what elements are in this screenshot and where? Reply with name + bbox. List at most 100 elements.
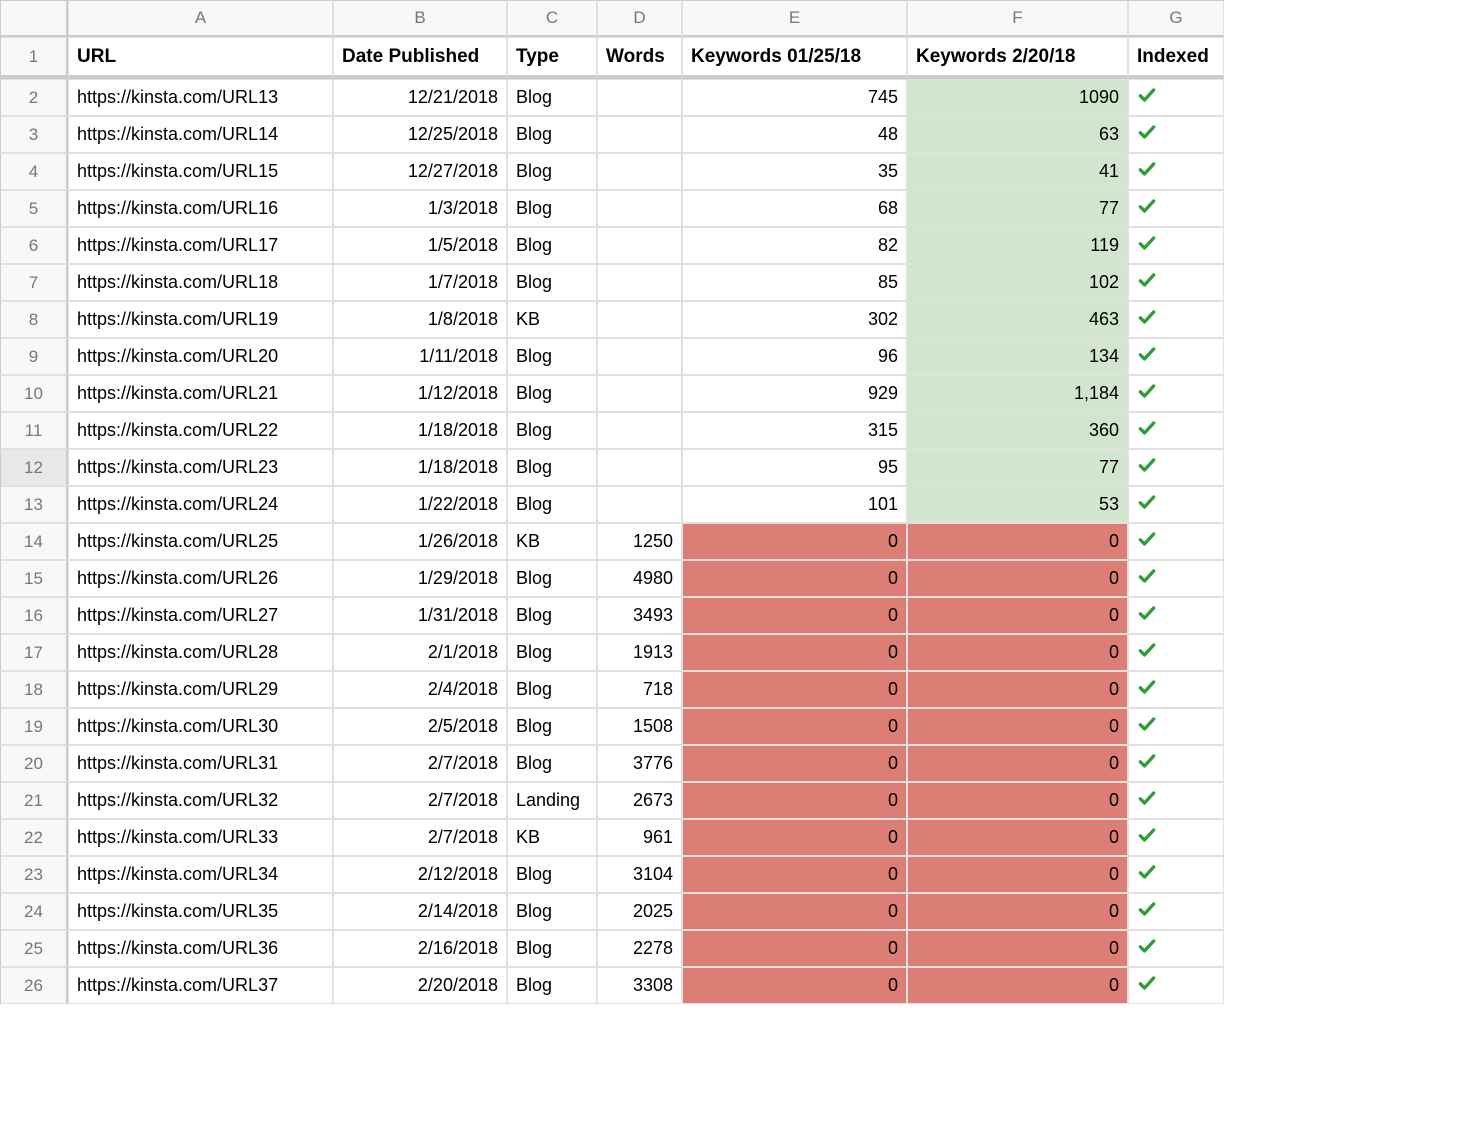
cell-type[interactable]: Blog — [507, 634, 597, 671]
cell-keywords2[interactable]: 0 — [907, 745, 1128, 782]
cell-indexed[interactable] — [1128, 412, 1224, 449]
cell-keywords2[interactable]: 134 — [907, 338, 1128, 375]
cell-words[interactable] — [597, 116, 682, 153]
cell-type[interactable]: Blog — [507, 79, 597, 116]
cell-indexed[interactable] — [1128, 560, 1224, 597]
cell-keywords1[interactable]: 96 — [682, 338, 907, 375]
cell-keywords1[interactable]: 0 — [682, 819, 907, 856]
header-cell-B[interactable]: Date Published — [333, 37, 507, 79]
row-header[interactable]: 19 — [0, 708, 68, 745]
cell-date[interactable]: 2/14/2018 — [333, 893, 507, 930]
cell-type[interactable]: Blog — [507, 264, 597, 301]
cell-type[interactable]: Blog — [507, 708, 597, 745]
cell-words[interactable]: 718 — [597, 671, 682, 708]
cell-keywords1[interactable]: 0 — [682, 597, 907, 634]
cell-type[interactable]: Blog — [507, 967, 597, 1004]
cell-words[interactable] — [597, 338, 682, 375]
cell-indexed[interactable] — [1128, 819, 1224, 856]
cell-date[interactable]: 1/18/2018 — [333, 449, 507, 486]
cell-keywords2[interactable]: 0 — [907, 708, 1128, 745]
cell-indexed[interactable] — [1128, 782, 1224, 819]
cell-keywords1[interactable]: 0 — [682, 634, 907, 671]
cell-url[interactable]: https://kinsta.com/URL23 — [68, 449, 333, 486]
cell-date[interactable]: 2/7/2018 — [333, 745, 507, 782]
cell-type[interactable]: Blog — [507, 116, 597, 153]
cell-indexed[interactable] — [1128, 338, 1224, 375]
cell-date[interactable]: 1/26/2018 — [333, 523, 507, 560]
cell-words[interactable]: 2278 — [597, 930, 682, 967]
cell-keywords1[interactable]: 101 — [682, 486, 907, 523]
cell-date[interactable]: 2/5/2018 — [333, 708, 507, 745]
cell-date[interactable]: 2/16/2018 — [333, 930, 507, 967]
row-header[interactable]: 23 — [0, 856, 68, 893]
cell-keywords1[interactable]: 35 — [682, 153, 907, 190]
cell-url[interactable]: https://kinsta.com/URL33 — [68, 819, 333, 856]
row-header[interactable]: 21 — [0, 782, 68, 819]
cell-indexed[interactable] — [1128, 967, 1224, 1004]
cell-keywords2[interactable]: 119 — [907, 227, 1128, 264]
row-header[interactable]: 14 — [0, 523, 68, 560]
row-header[interactable]: 20 — [0, 745, 68, 782]
cell-indexed[interactable] — [1128, 375, 1224, 412]
cell-type[interactable]: Blog — [507, 375, 597, 412]
cell-url[interactable]: https://kinsta.com/URL37 — [68, 967, 333, 1004]
row-header[interactable]: 13 — [0, 486, 68, 523]
row-header[interactable]: 9 — [0, 338, 68, 375]
row-header[interactable]: 11 — [0, 412, 68, 449]
cell-url[interactable]: https://kinsta.com/URL26 — [68, 560, 333, 597]
cell-indexed[interactable] — [1128, 79, 1224, 116]
cell-url[interactable]: https://kinsta.com/URL31 — [68, 745, 333, 782]
cell-keywords2[interactable]: 463 — [907, 301, 1128, 338]
cell-words[interactable] — [597, 486, 682, 523]
header-cell-E[interactable]: Keywords 01/25/18 — [682, 37, 907, 79]
cell-indexed[interactable] — [1128, 301, 1224, 338]
cell-url[interactable]: https://kinsta.com/URL20 — [68, 338, 333, 375]
col-header-C[interactable]: C — [507, 0, 597, 37]
cell-type[interactable]: Blog — [507, 153, 597, 190]
cell-words[interactable]: 1250 — [597, 523, 682, 560]
cell-words[interactable]: 1913 — [597, 634, 682, 671]
cell-words[interactable]: 3104 — [597, 856, 682, 893]
header-cell-A[interactable]: URL — [68, 37, 333, 79]
cell-indexed[interactable] — [1128, 227, 1224, 264]
cell-keywords1[interactable]: 0 — [682, 745, 907, 782]
row-header[interactable]: 16 — [0, 597, 68, 634]
cell-indexed[interactable] — [1128, 597, 1224, 634]
cell-date[interactable]: 1/31/2018 — [333, 597, 507, 634]
cell-indexed[interactable] — [1128, 634, 1224, 671]
cell-type[interactable]: Blog — [507, 930, 597, 967]
cell-keywords1[interactable]: 745 — [682, 79, 907, 116]
cell-keywords2[interactable]: 0 — [907, 893, 1128, 930]
header-cell-C[interactable]: Type — [507, 37, 597, 79]
cell-url[interactable]: https://kinsta.com/URL32 — [68, 782, 333, 819]
cell-keywords2[interactable]: 0 — [907, 782, 1128, 819]
cell-url[interactable]: https://kinsta.com/URL35 — [68, 893, 333, 930]
cell-type[interactable]: Blog — [507, 745, 597, 782]
cell-indexed[interactable] — [1128, 523, 1224, 560]
cell-type[interactable]: Blog — [507, 190, 597, 227]
row-header[interactable]: 15 — [0, 560, 68, 597]
cell-type[interactable]: Blog — [507, 893, 597, 930]
cell-keywords1[interactable]: 0 — [682, 893, 907, 930]
row-header[interactable]: 4 — [0, 153, 68, 190]
cell-words[interactable] — [597, 79, 682, 116]
cell-url[interactable]: https://kinsta.com/URL19 — [68, 301, 333, 338]
cell-date[interactable]: 1/11/2018 — [333, 338, 507, 375]
cell-keywords1[interactable]: 0 — [682, 708, 907, 745]
cell-date[interactable]: 2/12/2018 — [333, 856, 507, 893]
cell-keywords2[interactable]: 0 — [907, 634, 1128, 671]
cell-type[interactable]: Blog — [507, 856, 597, 893]
cell-url[interactable]: https://kinsta.com/URL34 — [68, 856, 333, 893]
corner-cell[interactable] — [0, 0, 68, 37]
row-header[interactable]: 22 — [0, 819, 68, 856]
cell-url[interactable]: https://kinsta.com/URL15 — [68, 153, 333, 190]
cell-type[interactable]: KB — [507, 301, 597, 338]
cell-words[interactable]: 961 — [597, 819, 682, 856]
cell-keywords2[interactable]: 0 — [907, 930, 1128, 967]
cell-keywords2[interactable]: 0 — [907, 560, 1128, 597]
cell-keywords2[interactable]: 0 — [907, 967, 1128, 1004]
cell-date[interactable]: 1/7/2018 — [333, 264, 507, 301]
cell-type[interactable]: Blog — [507, 449, 597, 486]
cell-keywords2[interactable]: 0 — [907, 819, 1128, 856]
cell-words[interactable]: 3308 — [597, 967, 682, 1004]
